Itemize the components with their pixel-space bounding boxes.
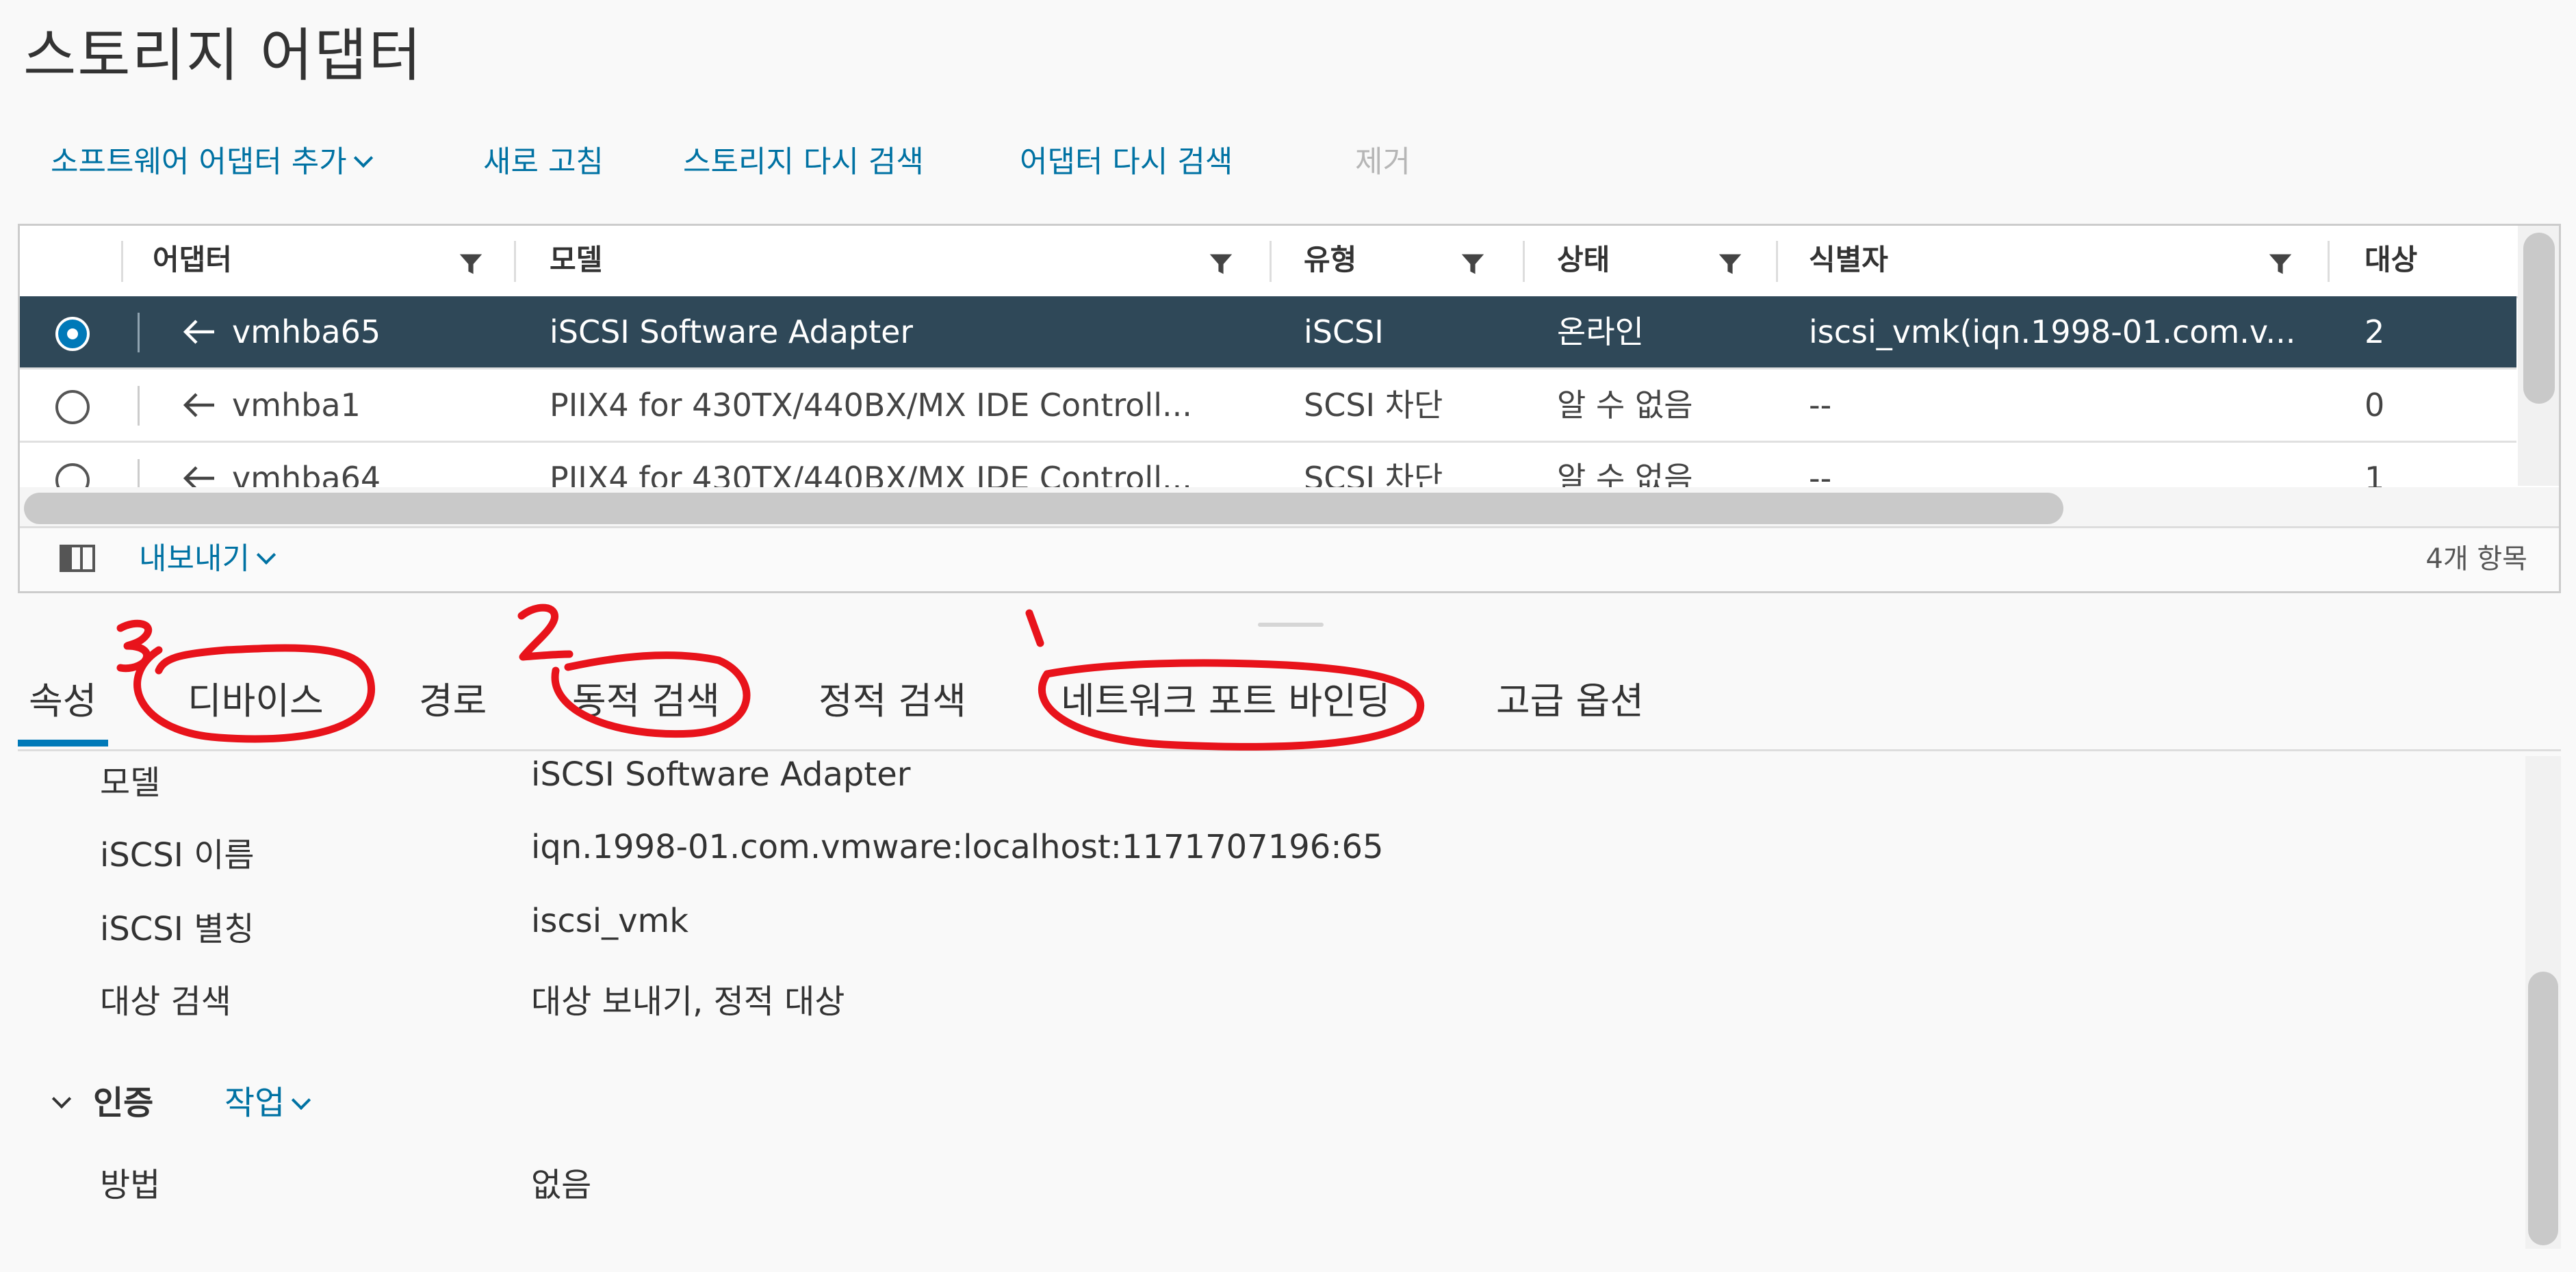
cell-type: SCSI 차단 — [1304, 387, 1443, 424]
grid-header: 어댑터 모델 유형 상태 식별자 대상 — [20, 226, 2559, 298]
table-row[interactable]: vmhba64 PIIX4 for 430TX/440BX/MX IDE Con… — [20, 443, 2516, 493]
refresh-button[interactable]: 새로 고침 — [483, 137, 604, 181]
export-label: 내보내기 — [139, 541, 250, 576]
column-header-model[interactable]: 모델 — [550, 226, 602, 296]
filter-icon[interactable] — [1208, 252, 1234, 276]
table-row[interactable]: vmhba65 iSCSI Software Adapter iSCSI 온라인… — [20, 296, 2516, 369]
storage-adapter-icon — [183, 393, 214, 417]
property-label: 대상 검색 — [100, 983, 231, 1021]
column-header-identifier[interactable]: 식별자 — [1809, 226, 1888, 296]
table-row[interactable]: vmhba1 PIIX4 for 430TX/440BX/MX IDE Cont… — [20, 369, 2516, 443]
cell-type: iSCSI — [1304, 313, 1384, 350]
export-button[interactable]: 내보내기 — [139, 528, 276, 590]
auth-actions-menu[interactable]: 작업 — [224, 1076, 311, 1124]
row-radio[interactable] — [55, 390, 90, 424]
auth-section-toggle[interactable]: 인증 — [41, 1076, 153, 1124]
property-value: 대상 보내기, 정적 대상 — [531, 983, 845, 1021]
cell-model: iSCSI Software Adapter — [550, 313, 914, 350]
chevron-down-icon — [292, 1090, 311, 1111]
property-label: 모델 — [100, 764, 161, 802]
chevron-down-icon — [353, 148, 373, 168]
cell-status: 온라인 — [1557, 313, 1644, 350]
cell-status: 알 수 없음 — [1557, 460, 1693, 493]
column-separator[interactable] — [1270, 241, 1272, 282]
filter-icon[interactable] — [1717, 252, 1743, 276]
cell-identifier: -- — [1809, 460, 1832, 493]
property-label: iSCSI 별칭 — [100, 910, 255, 948]
cell-model: PIIX4 for 430TX/440BX/MX IDE Controll... — [550, 460, 1192, 493]
filter-icon[interactable] — [1460, 252, 1486, 276]
cell-status: 알 수 없음 — [1557, 387, 1693, 424]
column-separator[interactable] — [1523, 241, 1525, 282]
column-header-status[interactable]: 상태 — [1557, 226, 1610, 296]
column-header-adapter[interactable]: 어댑터 — [153, 226, 232, 296]
row-separator — [138, 386, 140, 426]
column-separator[interactable] — [2328, 241, 2330, 282]
add-software-adapter-button[interactable]: 소프트웨어 어댑터 추가 — [51, 137, 373, 181]
property-value: 없음 — [531, 1166, 592, 1204]
tab-static-discovery[interactable]: 정적 검색 — [819, 671, 966, 725]
chevron-down-icon — [256, 545, 276, 565]
horizontal-scrollbar-thumb[interactable] — [24, 493, 2063, 524]
tab-dynamic-discovery[interactable]: 동적 검색 — [572, 671, 720, 725]
annotation-mark — [1025, 609, 1044, 647]
auth-actions-label: 작업 — [224, 1084, 285, 1122]
adapter-grid: 어댑터 모델 유형 상태 식별자 대상 vmhba65 iSCSI Softwa… — [18, 224, 2561, 593]
add-software-adapter-label: 소프트웨어 어댑터 추가 — [51, 144, 347, 179]
property-label: 방법 — [100, 1166, 161, 1204]
detail-tabs: 속성 디바이스 경로 동적 검색 정적 검색 네트워크 포트 바인딩 고급 옵션 — [18, 640, 2561, 751]
column-header-type[interactable]: 유형 — [1304, 226, 1356, 296]
vertical-scrollbar-thumb[interactable] — [2523, 233, 2555, 404]
item-count: 4개 항목 — [2425, 543, 2527, 575]
tab-devices[interactable]: 디바이스 — [188, 671, 324, 725]
row-radio-selected[interactable] — [55, 317, 90, 351]
column-separator[interactable] — [514, 241, 516, 282]
tab-network-port-binding[interactable]: 네트워크 포트 바인딩 — [1061, 671, 1390, 725]
column-toggle-icon[interactable] — [60, 545, 95, 572]
cell-type: SCSI 차단 — [1304, 460, 1443, 493]
filter-icon[interactable] — [2267, 252, 2293, 276]
property-value: iqn.1998-01.com.vmware:localhost:1171707… — [531, 828, 1384, 866]
cell-adapter: vmhba1 — [232, 387, 361, 424]
filter-icon[interactable] — [458, 252, 484, 276]
auth-section-title: 인증 — [93, 1084, 154, 1122]
column-header-targets[interactable]: 대상 — [2365, 226, 2417, 296]
grid-footer: 내보내기 4개 항목 — [20, 526, 2559, 591]
tab-paths[interactable]: 경로 — [419, 671, 487, 725]
tab-advanced-options[interactable]: 고급 옵션 — [1496, 671, 1644, 725]
property-value: iscsi_vmk — [531, 902, 689, 940]
pane-resize-handle[interactable] — [1258, 623, 1324, 627]
storage-adapter-icon — [183, 320, 214, 344]
column-separator — [121, 241, 123, 282]
column-separator[interactable] — [1776, 241, 1778, 282]
rescan-storage-button[interactable]: 스토리지 다시 검색 — [683, 137, 924, 181]
chevron-down-icon — [51, 1089, 72, 1109]
rescan-adapter-button[interactable]: 어댑터 다시 검색 — [1020, 137, 1233, 181]
cell-adapter: vmhba64 — [232, 460, 381, 493]
red-annotation-overlay — [116, 603, 1425, 751]
property-label: iSCSI 이름 — [100, 836, 255, 874]
cell-identifier: iscsi_vmk(iqn.1998-01.com.v... — [1809, 313, 2296, 350]
cell-targets: 1 — [2365, 460, 2385, 493]
page-title: 스토리지 어댑터 — [23, 22, 423, 89]
cell-targets: 0 — [2365, 387, 2385, 424]
cell-identifier: -- — [1809, 387, 1832, 424]
tab-properties[interactable]: 속성 — [29, 671, 96, 725]
properties-scrollbar-thumb[interactable] — [2528, 972, 2558, 1245]
active-tab-indicator — [18, 740, 108, 747]
cell-model: PIIX4 for 430TX/440BX/MX IDE Controll... — [550, 387, 1192, 424]
cell-adapter: vmhba65 — [232, 313, 381, 350]
row-separator — [138, 313, 140, 352]
remove-button: 제거 — [1355, 144, 1411, 179]
property-value: iSCSI Software Adapter — [531, 755, 911, 794]
cell-targets: 2 — [2365, 313, 2385, 350]
